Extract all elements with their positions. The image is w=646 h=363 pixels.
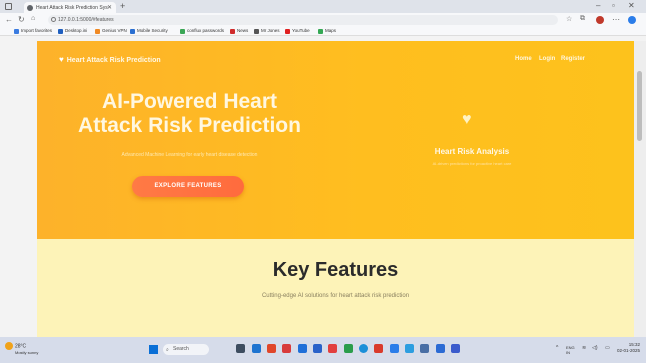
- copilot-icon[interactable]: [628, 16, 636, 24]
- battery-icon[interactable]: ▭: [605, 345, 610, 351]
- search-placeholder: Search: [173, 346, 189, 352]
- file-explorer-icon[interactable]: [313, 344, 322, 353]
- bookmark-item[interactable]: Import favorites: [14, 28, 52, 34]
- app-icon[interactable]: [390, 344, 399, 353]
- tab-favicon-icon: [27, 5, 33, 11]
- web-page: ♥ Heart Attack Risk Prediction Home Login…: [37, 41, 634, 337]
- window-menu-icon[interactable]: [5, 3, 12, 10]
- maximize-icon[interactable]: ▫: [612, 1, 615, 10]
- sun-icon: [5, 342, 13, 350]
- tray-chevron-icon[interactable]: ^: [556, 345, 558, 351]
- scrollbar-thumb[interactable]: [637, 71, 642, 141]
- bookmark-item[interactable]: Genius VPN: [95, 28, 127, 34]
- bookmark-item[interactable]: Maps: [318, 28, 336, 34]
- bookmark-item[interactable]: conflux passwords: [180, 28, 224, 34]
- bookmarks-bar: Import favorites Desktop.ini Genius VPN …: [0, 27, 646, 36]
- app-icon[interactable]: [344, 344, 353, 353]
- hero-title: AI-Powered Heart Attack Risk Prediction: [67, 90, 312, 138]
- app-icon[interactable]: [298, 344, 307, 353]
- app-icon[interactable]: [282, 344, 291, 353]
- weather-temp: 28°C: [15, 343, 27, 350]
- app-icon[interactable]: [451, 344, 460, 353]
- address-url: 127.0.0.1:5000/#features: [58, 17, 114, 23]
- nav-register-link[interactable]: Register: [561, 56, 585, 62]
- start-button-icon[interactable]: [149, 345, 158, 354]
- app-icon[interactable]: [436, 344, 445, 353]
- clock-date: 02-01-2025: [617, 348, 641, 353]
- heart-icon: ♥: [59, 55, 64, 64]
- taskbar-clock[interactable]: 15:32 02-01-2025: [617, 342, 640, 354]
- hero-title-line2: Attack Risk Prediction: [78, 114, 301, 137]
- taskbar-search[interactable]: ⌕ Search: [163, 344, 209, 355]
- collections-icon[interactable]: ⧉: [580, 15, 585, 23]
- new-tab-icon[interactable]: +: [120, 1, 125, 11]
- bookmark-item[interactable]: Mr Jones: [254, 28, 280, 34]
- app-icon[interactable]: [374, 344, 383, 353]
- site-brand[interactable]: ♥ Heart Attack Risk Prediction: [59, 55, 161, 64]
- profile-avatar[interactable]: [596, 16, 604, 24]
- app-icon[interactable]: [328, 344, 337, 353]
- app-icon[interactable]: [420, 344, 429, 353]
- wifi-icon[interactable]: ≋: [582, 345, 586, 351]
- app-icon[interactable]: [405, 344, 414, 353]
- browser-toolbar: ← ↻ ⌂ 127.0.0.1:5000/#features ☆ ⧉ ⋯: [0, 13, 646, 27]
- nav-login-link[interactable]: Login: [539, 56, 555, 62]
- explore-features-button[interactable]: EXPLORE FEATURES: [132, 176, 244, 197]
- heart-risk-card: ♥ Heart Risk Analysis AI-driven predicti…: [397, 105, 547, 175]
- hero-subtitle: Advanced Machine Learning for early hear…: [121, 152, 258, 158]
- nav-home-link[interactable]: Home: [515, 56, 532, 62]
- browser-tab-bar: Heart Attack Risk Prediction Sys ✕ + – ▫…: [0, 0, 646, 13]
- volume-icon[interactable]: ◁): [592, 345, 598, 351]
- star-icon[interactable]: ☆: [566, 15, 572, 23]
- weather-desc: Mostly sunny: [15, 350, 39, 355]
- taskbar: 28°C Mostly sunny ⌕ Search ^ ENG IN ≋ ◁) …: [0, 337, 646, 363]
- hero-section: ♥ Heart Attack Risk Prediction Home Login…: [37, 41, 634, 239]
- brand-label: Heart Attack Risk Prediction: [66, 57, 161, 64]
- weather-widget[interactable]: 28°C Mostly sunny: [5, 342, 38, 355]
- address-bar[interactable]: 127.0.0.1:5000/#features: [48, 15, 558, 25]
- app-icon[interactable]: [267, 344, 276, 353]
- features-heading: Key Features: [272, 259, 399, 281]
- edge-browser-icon[interactable]: [359, 344, 368, 353]
- bookmark-item[interactable]: Desktop.ini: [58, 28, 87, 34]
- site-navbar: ♥ Heart Attack Risk Prediction Home Login…: [37, 41, 634, 81]
- search-icon: ⌕: [166, 347, 169, 353]
- browser-tab[interactable]: Heart Attack Risk Prediction Sys ✕: [24, 2, 116, 13]
- bookmark-item[interactable]: News: [230, 28, 248, 34]
- task-view-icon[interactable]: [236, 344, 245, 353]
- card-title: Heart Risk Analysis: [434, 147, 510, 156]
- widgets-icon[interactable]: [252, 344, 261, 353]
- page-scrollbar[interactable]: [634, 41, 646, 337]
- bookmark-item[interactable]: Mobile Security: [130, 28, 168, 34]
- bookmark-item[interactable]: YouTube: [285, 28, 310, 34]
- refresh-icon[interactable]: ↻: [18, 15, 25, 24]
- language-indicator[interactable]: ENG IN: [566, 345, 575, 355]
- card-subtitle: AI-driven predictions for proactive hear…: [432, 161, 512, 166]
- features-subtitle: Cutting-edge AI solutions for heart atta…: [261, 293, 410, 299]
- hero-title-line1: AI-Powered Heart: [101, 90, 278, 113]
- home-icon[interactable]: ⌂: [31, 15, 35, 22]
- heart-icon: ♥: [462, 111, 472, 128]
- close-window-icon[interactable]: ✕: [628, 1, 635, 10]
- tab-close-icon[interactable]: ✕: [107, 4, 112, 11]
- site-info-icon[interactable]: [51, 17, 56, 22]
- tab-title: Heart Attack Risk Prediction Sys: [36, 5, 108, 11]
- minimize-icon[interactable]: –: [596, 1, 600, 10]
- back-icon[interactable]: ←: [5, 15, 13, 24]
- more-menu-icon[interactable]: ⋯: [612, 15, 620, 24]
